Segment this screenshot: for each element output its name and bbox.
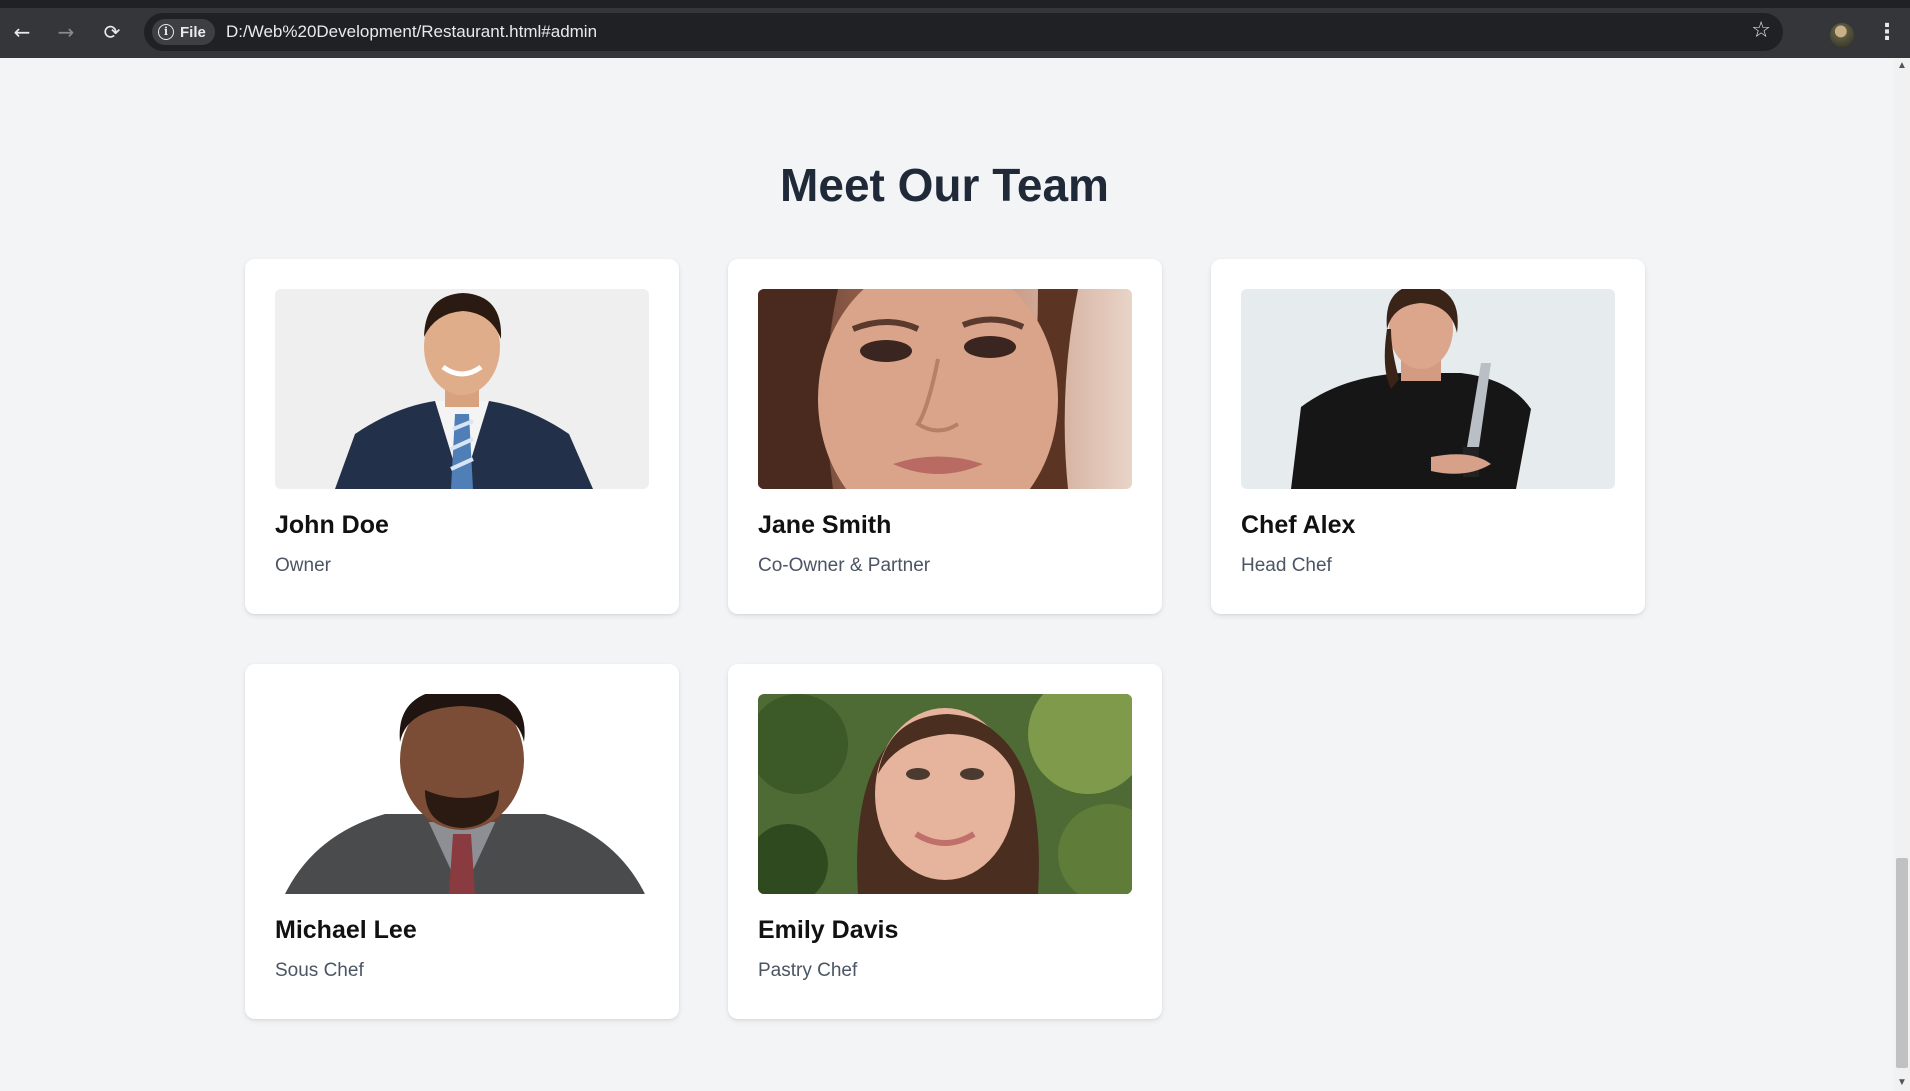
team-section: Meet Our Team John Doe Owner Jane Smith … xyxy=(0,58,1894,1091)
address-bar[interactable]: i File D:/Web%20Development/Restaurant.h… xyxy=(144,13,1783,51)
scroll-down-icon[interactable]: ▼ xyxy=(1894,1075,1910,1091)
reload-icon[interactable]: ⟳ xyxy=(98,18,126,46)
member-photo xyxy=(758,289,1132,489)
team-card: Emily Davis Pastry Chef xyxy=(728,664,1162,1019)
browser-toolbar: ← → ⟳ i File D:/Web%20Development/Restau… xyxy=(0,0,1910,58)
member-role: Pastry Chef xyxy=(758,960,858,981)
bookmark-star-icon[interactable]: ☆ xyxy=(1751,18,1771,43)
url-text[interactable]: D:/Web%20Development/Restaurant.html#adm… xyxy=(226,22,597,42)
browser-menu-icon[interactable]: ⋮ xyxy=(1876,18,1898,46)
member-name: John Doe xyxy=(275,511,389,539)
member-photo xyxy=(1241,289,1615,489)
member-name: Emily Davis xyxy=(758,916,899,944)
member-name: Michael Lee xyxy=(275,916,417,944)
member-role: Co-Owner & Partner xyxy=(758,555,931,576)
team-card: Jane Smith Co-Owner & Partner xyxy=(728,259,1162,614)
profile-avatar[interactable] xyxy=(1830,23,1854,47)
team-card: Chef Alex Head Chef xyxy=(1211,259,1645,614)
member-role: Sous Chef xyxy=(275,960,364,981)
team-card: John Doe Owner xyxy=(245,259,679,614)
member-role: Head Chef xyxy=(1241,555,1332,576)
site-info-chip[interactable]: i File xyxy=(152,19,215,45)
member-name: Jane Smith xyxy=(758,511,892,539)
team-card: Michael Lee Sous Chef xyxy=(245,664,679,1019)
site-info-label: File xyxy=(180,23,206,41)
member-photo xyxy=(275,289,649,489)
scroll-up-icon[interactable]: ▲ xyxy=(1894,58,1910,74)
team-heading: Meet Our Team xyxy=(780,159,1109,211)
info-icon: i xyxy=(158,24,174,40)
forward-arrow-icon[interactable]: → xyxy=(52,18,80,46)
vertical-scrollbar[interactable]: ▲ ▼ xyxy=(1894,58,1910,1091)
member-name: Chef Alex xyxy=(1241,511,1356,539)
back-arrow-icon[interactable]: ← xyxy=(8,18,36,46)
scrollbar-thumb[interactable] xyxy=(1896,858,1908,1068)
member-photo xyxy=(275,694,649,894)
member-role: Owner xyxy=(275,555,331,576)
member-photo xyxy=(758,694,1132,894)
